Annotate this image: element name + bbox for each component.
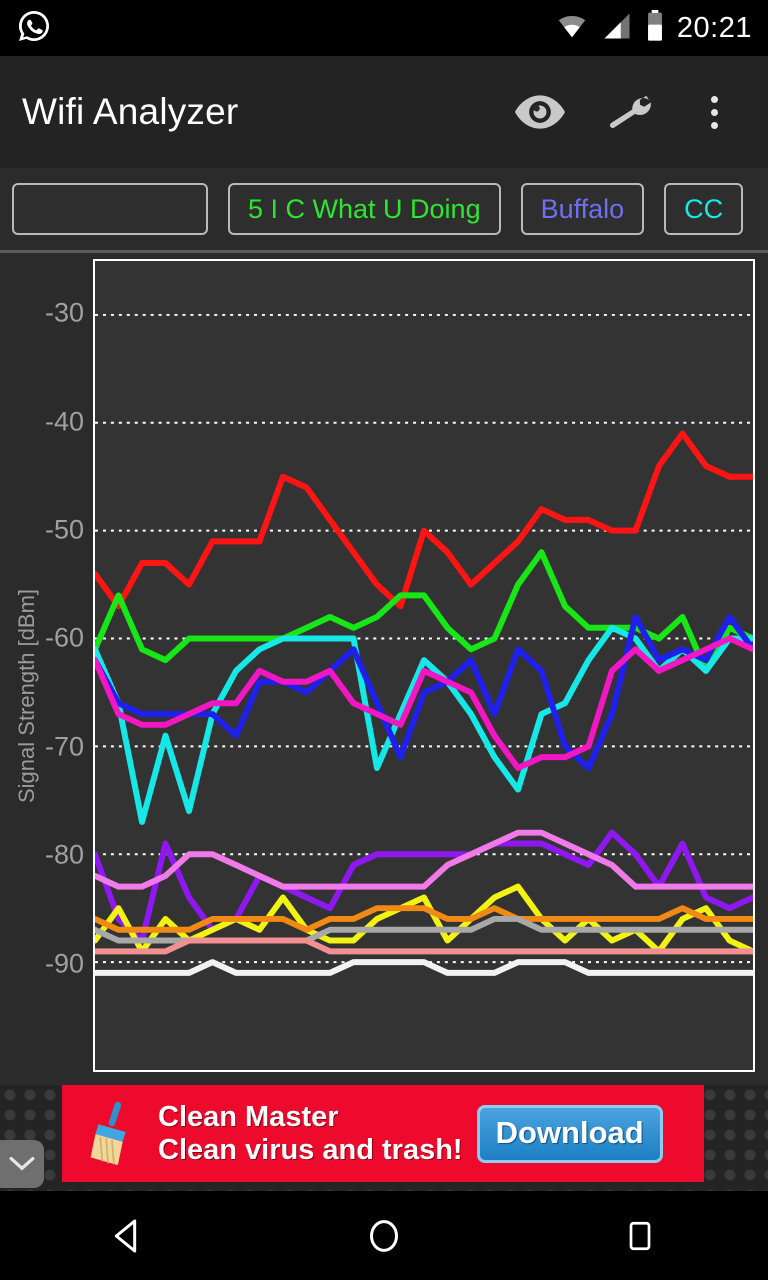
ad-subtitle: Clean virus and trash!: [158, 1133, 463, 1166]
y-tick-70: -70: [44, 731, 84, 762]
app-bar-actions: [512, 84, 746, 140]
chevron-down-icon[interactable]: [0, 1140, 44, 1188]
y-tick-80: -80: [44, 839, 84, 870]
wifi-analyzer-app: 20:21 Wifi Analyzer 5 I C What U Doing B…: [0, 0, 768, 1280]
y-tick-90: -90: [44, 948, 84, 979]
chip-label: Buffalo: [540, 193, 625, 224]
download-button[interactable]: Download: [476, 1104, 663, 1163]
app-bar: Wifi Analyzer: [0, 56, 768, 168]
back-icon[interactable]: [68, 1191, 188, 1280]
broom-icon: [84, 1099, 140, 1169]
chip-3[interactable]: CC: [664, 183, 744, 235]
y-tick-60: -60: [44, 622, 84, 653]
signal-strength-chart: Signal Strength [dBm] -30 -40 -50 -60 -70 -80…: [0, 253, 768, 1085]
status-notifications: [16, 8, 52, 49]
chip-label: 5 I C What U Doing: [248, 193, 481, 224]
ad-zone: Clean Master Clean virus and trash! Down…: [0, 1085, 768, 1191]
battery-icon: [645, 9, 665, 47]
ad-title: Clean Master: [158, 1100, 339, 1133]
y-tick-30: -30: [44, 297, 84, 328]
overflow-menu-icon[interactable]: [692, 84, 736, 140]
y-axis-ticks: -30 -40 -50 -60 -70 -80 -90: [0, 253, 84, 1085]
y-tick-50: -50: [44, 514, 84, 545]
home-icon[interactable]: [324, 1191, 444, 1280]
status-indicators: 20:21: [555, 9, 752, 47]
wifi-icon: [555, 11, 589, 46]
page-title: Wifi Analyzer: [22, 91, 239, 132]
chip-1[interactable]: 5 I C What U Doing: [228, 183, 501, 235]
ad-banner[interactable]: Clean Master Clean virus and trash! Down…: [62, 1085, 704, 1182]
series-red-ap: [95, 430, 753, 610]
chip-label: CC: [684, 193, 724, 224]
status-clock: 20:21: [676, 11, 752, 44]
series-white-ap: [95, 959, 753, 976]
chip-2[interactable]: Buffalo: [520, 183, 645, 235]
android-nav-bar: [0, 1191, 768, 1280]
whatsapp-icon: [16, 8, 52, 49]
chip-0[interactable]: [12, 183, 208, 235]
eye-icon[interactable]: [512, 84, 568, 140]
series-orange-ap: [95, 905, 753, 933]
recents-icon[interactable]: [580, 1191, 700, 1280]
plot-area[interactable]: [93, 259, 755, 1072]
wrench-icon[interactable]: [602, 84, 658, 140]
y-tick-40: -40: [44, 406, 84, 437]
cell-signal-icon: [601, 11, 633, 46]
access-point-filter-chips[interactable]: 5 I C What U Doing Buffalo CC: [0, 168, 768, 250]
ad-text: Clean Master Clean virus and trash!: [158, 1101, 463, 1167]
status-bar: 20:21: [0, 0, 768, 56]
